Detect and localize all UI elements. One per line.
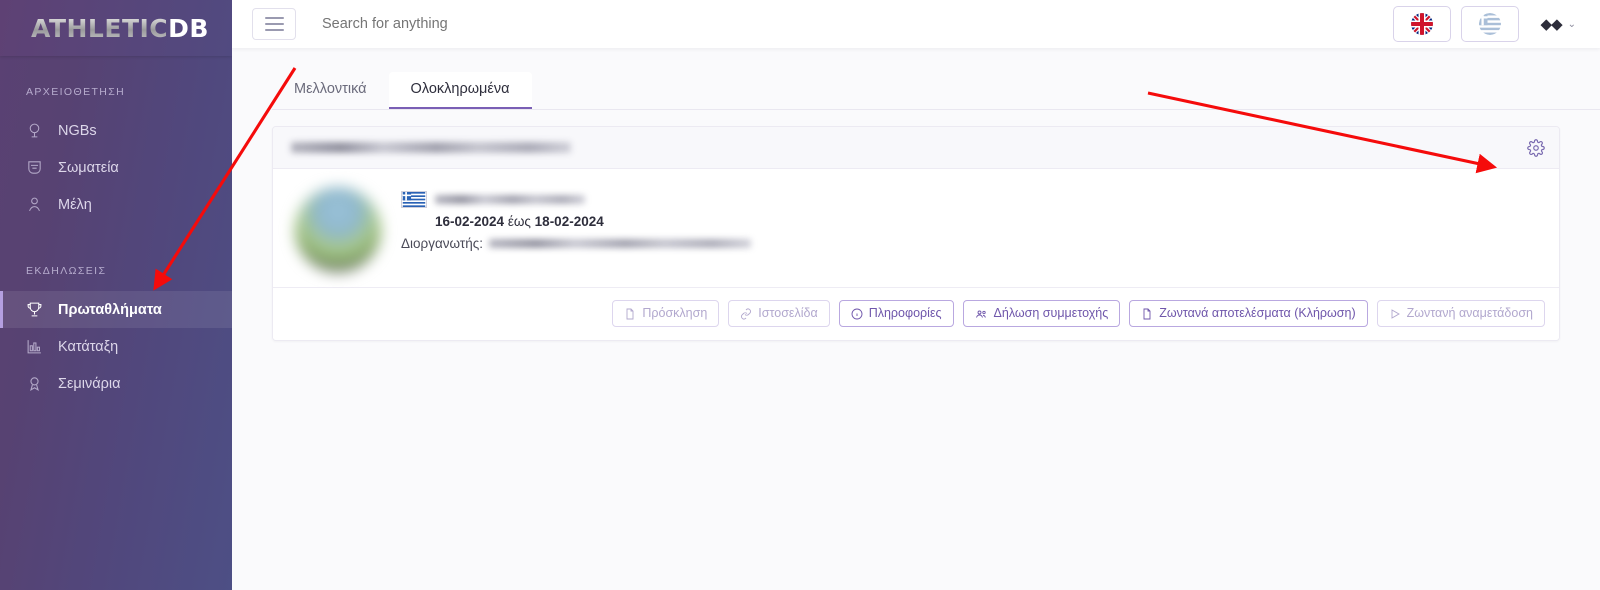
brand-logo[interactable]: ATHLETICDB [0, 0, 232, 56]
globe-icon [26, 122, 48, 139]
user-avatar: ◆◆ [1540, 16, 1563, 33]
user-icon [26, 196, 48, 213]
greek-flag-icon [1478, 13, 1501, 35]
event-organizer-redacted [488, 239, 751, 248]
sidebar-item-ngbs[interactable]: NGBs [0, 112, 232, 149]
search-input[interactable] [320, 15, 640, 33]
tab-completed[interactable]: Ολοκληρωμένα [388, 71, 532, 109]
event-title-redacted [291, 142, 571, 153]
users-icon [975, 308, 988, 320]
event-date-from: 16-02-2024 [435, 214, 505, 229]
event-organizer-row: Διοργανωτής: [401, 236, 751, 251]
main-area: ◆◆ ⌄ Μελλοντικά Ολοκληρωμένα [232, 0, 1600, 590]
play-icon [1389, 308, 1401, 320]
event-card: 16-02-2024 έως 18-02-2024 Διοργανωτής: Π… [272, 126, 1560, 341]
event-dates: 16-02-2024 έως 18-02-2024 [435, 214, 751, 229]
gear-icon[interactable] [1527, 138, 1545, 157]
sidebar-item-label: Σεμινάρια [58, 375, 121, 392]
trophy-icon [26, 301, 48, 318]
information-button[interactable]: Πληροφορίες [838, 300, 954, 327]
brand-name-primary: ATHLETIC [31, 13, 169, 43]
button-label: Ζωντανά αποτελέσματα (Κλήρωση) [1159, 306, 1356, 321]
sidebar-item-label: Μέλη [58, 196, 92, 213]
user-menu[interactable]: ◆◆ ⌄ [1541, 15, 1576, 33]
uk-flag-icon [1410, 13, 1433, 35]
sidebar: ATHLETICDB ΑΡΧΕΙΟΘΕΤΗΣΗ NGBs Σωματεία Μέ… [0, 0, 232, 590]
info-icon [851, 308, 863, 320]
hamburger-icon[interactable] [252, 8, 296, 40]
event-info: 16-02-2024 έως 18-02-2024 Διοργανωτής: [401, 187, 751, 273]
event-location-redacted [435, 195, 585, 204]
registration-button[interactable]: Δήλωση συμμετοχής [962, 300, 1121, 327]
tab-upcoming[interactable]: Μελλοντικά [272, 72, 389, 110]
shield-icon [26, 159, 48, 176]
sidebar-item-members[interactable]: Μέλη [0, 186, 232, 223]
link-icon [740, 308, 752, 320]
live-stream-button[interactable]: Ζωντανή αναμετάδοση [1376, 300, 1545, 327]
sidebar-item-seminars[interactable]: Σεμινάρια [0, 365, 232, 402]
language-button-en[interactable] [1392, 6, 1451, 42]
file-icon [1141, 308, 1153, 320]
button-label: Δήλωση συμμετοχής [993, 306, 1109, 321]
event-logo-image [295, 187, 381, 273]
sidebar-item-label: Σωματεία [58, 159, 119, 176]
sidebar-item-label: NGBs [58, 122, 97, 139]
sidebar-item-label: Πρωταθλήματα [58, 301, 162, 318]
top-bar: ◆◆ ⌄ [232, 0, 1600, 48]
top-bar-actions: ◆◆ ⌄ [1392, 6, 1578, 42]
chevron-down-icon: ⌄ [1567, 18, 1576, 30]
sidebar-section-events-label: ΕΚΔΗΛΩΣΕΙΣ [26, 265, 107, 277]
app-root: ATHLETICDB ΑΡΧΕΙΟΘΕΤΗΣΗ NGBs Σωματεία Μέ… [0, 0, 1600, 590]
file-icon [624, 308, 636, 320]
website-button[interactable]: Ιστοσελίδα [728, 300, 830, 327]
tab-bar: Μελλοντικά Ολοκληρωμένα [272, 66, 1600, 110]
invitation-button[interactable]: Πρόσκληση [612, 300, 720, 327]
event-card-actions: Πρόσκληση Ιστοσελίδα Πληροφορίες Δήλωση … [273, 287, 1559, 340]
event-organizer-label: Διοργανωτής: [401, 236, 483, 251]
button-label: Ζωντανή αναμετάδοση [1406, 306, 1533, 321]
greek-flag-icon [401, 191, 427, 208]
sidebar-section-archive-label: ΑΡΧΕΙΟΘΕΤΗΣΗ [26, 86, 126, 98]
button-label: Πληροφορίες [868, 306, 942, 321]
event-card-body: 16-02-2024 έως 18-02-2024 Διοργανωτής: [273, 169, 1559, 287]
language-button-gr[interactable] [1460, 6, 1519, 42]
live-results-button[interactable]: Ζωντανά αποτελέσματα (Κλήρωση) [1129, 300, 1368, 327]
button-label: Πρόσκληση [642, 306, 708, 321]
content-area: Μελλοντικά Ολοκληρωμένα 16-02-2024 έως 1… [232, 48, 1600, 590]
button-label: Ιστοσελίδα [758, 306, 818, 321]
sidebar-item-clubs[interactable]: Σωματεία [0, 149, 232, 186]
event-date-separator: έως [507, 214, 531, 229]
sidebar-item-rankings[interactable]: Κατάταξη [0, 328, 232, 365]
event-date-to: 18-02-2024 [534, 214, 604, 229]
sidebar-item-label: Κατάταξη [58, 338, 119, 355]
brand-name-secondary: DB [168, 13, 209, 43]
event-card-header [273, 127, 1559, 169]
sidebar-item-championships[interactable]: Πρωταθλήματα [0, 291, 232, 328]
bar-chart-icon [26, 338, 48, 355]
award-icon [26, 375, 48, 392]
